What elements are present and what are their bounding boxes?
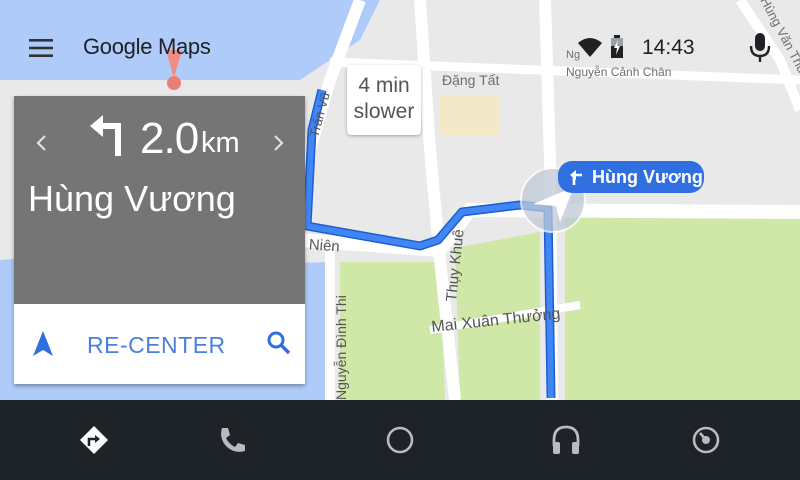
distance-unit: km	[201, 127, 240, 159]
wifi-icon	[578, 38, 602, 57]
building-area	[440, 95, 500, 135]
media-tab[interactable]	[548, 422, 584, 458]
car-status-icon	[692, 426, 720, 454]
phone-icon	[221, 428, 245, 452]
next-step-button[interactable]	[266, 130, 290, 161]
turn-instruction-panel[interactable]: 2.0 km Hùng Vương	[14, 96, 305, 304]
delay-time: 4 min	[358, 74, 410, 97]
bottom-nav-bar	[0, 400, 800, 480]
street-name: Hùng Vương	[28, 178, 236, 219]
battery-icon	[611, 35, 623, 58]
delay-label: slower	[353, 100, 415, 123]
clock: 14:43	[642, 36, 695, 59]
microphone-icon	[749, 33, 771, 62]
next-turn-chip-label: Hùng Vương	[592, 167, 703, 187]
traffic-delay-bubble[interactable]: 4 min slower	[347, 65, 421, 135]
navigation-tab[interactable]	[76, 422, 112, 458]
headphones-icon	[552, 425, 580, 454]
next-turn-chip[interactable]: Hùng Vương	[558, 161, 704, 193]
phone-tab[interactable]	[214, 422, 250, 458]
turn-left-small-icon	[570, 170, 582, 185]
home-circle-icon	[386, 426, 414, 454]
chevron-right-icon	[274, 135, 284, 151]
navigation-actions: RE-CENTER	[14, 304, 305, 384]
chevron-left-icon	[36, 135, 46, 151]
voice-button[interactable]	[744, 30, 776, 66]
park-area	[565, 215, 800, 400]
turn-left-icon	[90, 115, 121, 156]
menu-icon	[29, 39, 53, 57]
previous-step-button[interactable]	[30, 130, 54, 161]
park-area	[340, 262, 445, 400]
navigation-arrow-icon[interactable]	[32, 330, 54, 358]
recenter-button[interactable]: RE-CENTER	[87, 332, 226, 359]
search-icon[interactable]	[266, 330, 292, 356]
directions-icon	[80, 426, 108, 454]
car-status-tab[interactable]	[688, 422, 724, 458]
distance-value: 2.0	[140, 114, 199, 163]
menu-button[interactable]	[26, 34, 58, 64]
home-tab[interactable]	[382, 422, 418, 458]
map-label-nguyen-dinh-thi: Nguyễn Đình Thi	[333, 295, 349, 400]
app-title: Google Maps	[83, 34, 211, 59]
navigation-card: 2.0 km Hùng Vương RE-CENTER	[14, 96, 305, 384]
